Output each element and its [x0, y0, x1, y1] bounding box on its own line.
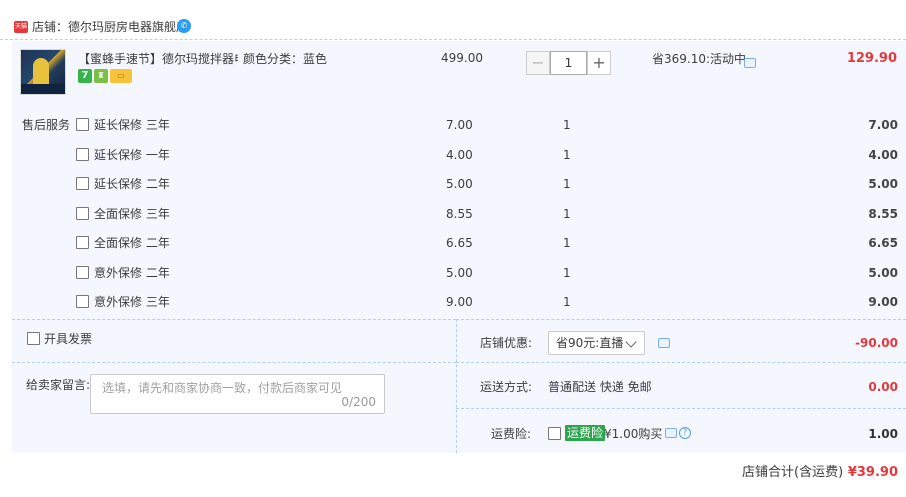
shop-discount-selected: 省90元:直播: [556, 336, 624, 350]
help-icon[interactable]: ?: [679, 427, 691, 439]
item-total: 129.90: [846, 51, 897, 66]
message-placeholder: 选填，请先和商家协商一致，付款后商家可见: [102, 381, 343, 395]
shop-label: 店铺：德尔玛厨房电器旗舰店: [32, 19, 188, 35]
service-row: 延长保修 一年 4.00 1 4.00: [0, 146, 906, 166]
qty-input[interactable]: 1: [550, 51, 587, 75]
service-qty: 1: [563, 236, 571, 250]
discount-info-icon[interactable]: [658, 338, 670, 348]
shipping-value: 0.00: [868, 380, 898, 394]
service-total: 8.55: [868, 207, 898, 221]
promo-info-icon[interactable]: [744, 58, 756, 68]
insurance-offer: ¥1.00购买: [604, 427, 663, 441]
service-name: 延长保修 三年: [94, 118, 170, 132]
insurance-label: 运费险:: [491, 427, 532, 441]
service-row: 意外保修 三年 9.00 1 9.00: [0, 293, 906, 313]
shop-discount-value: -90.00: [855, 336, 898, 350]
service-price: 9.00: [446, 295, 473, 309]
shop-discount-label: 店铺优惠:: [480, 336, 533, 350]
product-sku: 颜色分类：蓝色: [243, 52, 328, 66]
service-name: 全面保修 二年: [94, 236, 170, 250]
service-total: 6.65: [868, 236, 898, 250]
service-price: 5.00: [446, 177, 473, 191]
unit-price: 499.00: [441, 51, 483, 65]
message-char-counter: 0/200: [341, 395, 376, 409]
shipping-label: 运送方式:: [480, 380, 533, 394]
product-title-link[interactable]: 【蜜蜂手速节】德尔玛搅拌器电...: [78, 51, 238, 67]
service-total: 5.00: [868, 266, 898, 280]
service-qty: 1: [563, 266, 571, 280]
credit-card-icon: ▭: [110, 69, 132, 83]
service-row: 延长保修 二年 5.00 1 5.00: [0, 175, 906, 195]
service-checkbox[interactable]: [76, 266, 89, 279]
service-qty: 1: [563, 118, 571, 132]
service-checkbox[interactable]: [76, 207, 89, 220]
service-checkbox[interactable]: [76, 177, 89, 190]
service-qty: 1: [563, 148, 571, 162]
shop-name-link[interactable]: 德尔玛厨房电器旗舰店: [68, 20, 188, 34]
service-total: 9.00: [868, 295, 898, 309]
insurance-badge: 运费险: [565, 425, 606, 441]
service-checkbox[interactable]: [76, 148, 89, 161]
product-tags: 7 ♜ ▭: [78, 69, 134, 83]
invoice-checkbox[interactable]: [27, 332, 40, 345]
service-total: 7.00: [868, 118, 898, 132]
qty-increase-button[interactable]: +: [587, 51, 611, 75]
shop-label-prefix: 店铺：: [32, 20, 69, 34]
tmall-badge: 天猫: [14, 21, 28, 33]
wangwang-chat-icon[interactable]: ✆: [177, 19, 191, 33]
service-name: 意外保修 二年: [94, 266, 170, 280]
seven-day-return-icon: 7: [78, 69, 92, 83]
service-name: 延长保修 一年: [94, 148, 170, 162]
service-checkbox[interactable]: [76, 118, 89, 131]
service-name: 全面保修 三年: [94, 207, 170, 221]
service-price: 8.55: [446, 207, 473, 221]
shipping-method: 普通配送 快递 免邮: [548, 380, 652, 394]
divider: [12, 362, 456, 363]
insurance-checkbox[interactable]: [548, 427, 561, 440]
service-price: 5.00: [446, 266, 473, 280]
service-name: 意外保修 三年: [94, 295, 170, 309]
shop-discount-select[interactable]: 省90元:直播: [548, 331, 645, 355]
service-price: 6.65: [446, 236, 473, 250]
seller-message-input[interactable]: 选填，请先和商家协商一致，付款后商家可见 0/200: [90, 374, 385, 414]
gift-icon: ♜: [94, 69, 108, 83]
service-price: 7.00: [446, 118, 473, 132]
service-total: 5.00: [868, 177, 898, 191]
shop-total-value: ¥39.90: [847, 465, 898, 480]
service-checkbox[interactable]: [76, 236, 89, 249]
message-label: 给卖家留言:: [26, 378, 91, 392]
service-row: 全面保修 三年 8.55 1 8.55: [0, 205, 906, 225]
chevron-down-icon: [625, 336, 637, 348]
service-qty: 1: [563, 177, 571, 191]
discount-note: 省369.10:活动中: [652, 52, 747, 66]
shop-total-label: 店铺合计(含运费): [742, 465, 844, 480]
service-checkbox[interactable]: [76, 295, 89, 308]
insurance-info-icon[interactable]: [665, 428, 677, 438]
service-qty: 1: [563, 295, 571, 309]
service-total: 4.00: [868, 148, 898, 162]
service-row: 延长保修 三年 7.00 1 7.00: [0, 116, 906, 136]
qty-decrease-button[interactable]: −: [526, 51, 550, 75]
thumbnail-stripe: [21, 84, 65, 94]
product-thumbnail[interactable]: [20, 49, 66, 95]
divider: [456, 408, 906, 409]
divider: [456, 362, 906, 363]
service-row: 全面保修 二年 6.65 1 6.65: [0, 234, 906, 254]
invoice-label[interactable]: 开具发票: [44, 331, 92, 347]
service-price: 4.00: [446, 148, 473, 162]
insurance-value: 1.00: [868, 427, 898, 441]
service-qty: 1: [563, 207, 571, 221]
service-row: 意外保修 二年 5.00 1 5.00: [0, 264, 906, 284]
service-name: 延长保修 二年: [94, 177, 170, 191]
